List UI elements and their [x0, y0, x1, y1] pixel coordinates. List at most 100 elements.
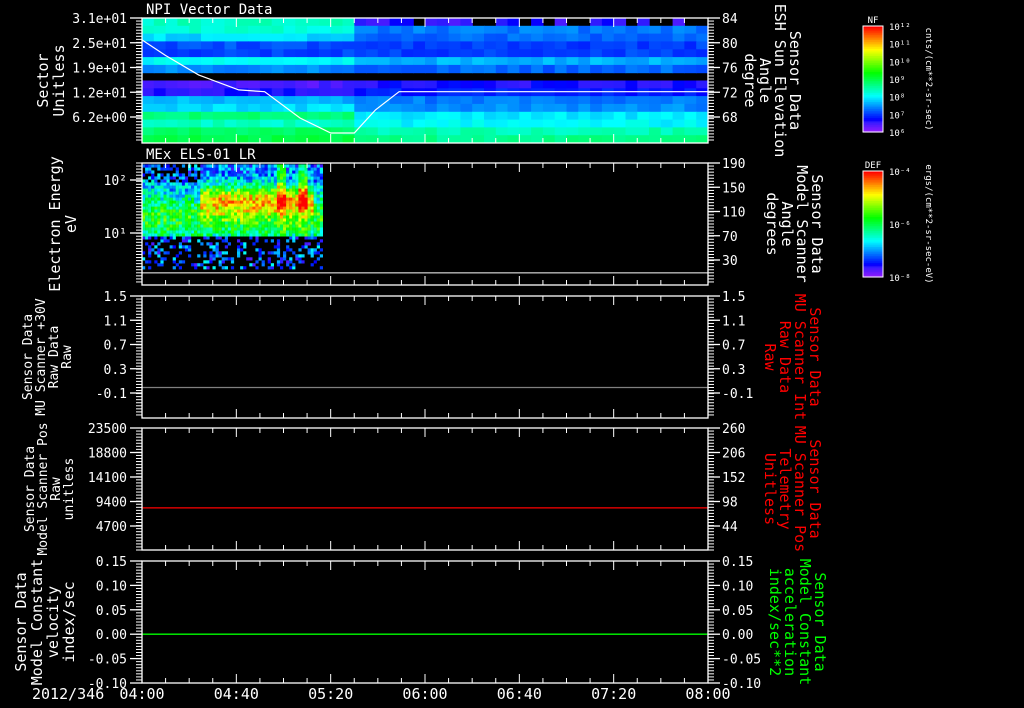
spectrogram-cell — [148, 221, 152, 225]
spectrogram-cell — [157, 206, 161, 210]
spectrogram-cell — [248, 57, 261, 66]
spectrogram-cell — [160, 227, 164, 231]
spectrogram-cell — [249, 197, 253, 201]
spectrogram-cell — [151, 230, 155, 234]
spectrogram-cell — [304, 230, 308, 234]
spectrogram-cell — [175, 185, 179, 189]
spectrogram-cell — [301, 233, 305, 237]
spectrogram-cell — [181, 191, 186, 195]
spectrogram-cell — [221, 200, 225, 204]
spectrogram-cell — [240, 248, 244, 252]
spectrogram-cell — [221, 170, 225, 174]
spectrogram-cell — [215, 197, 219, 201]
spectrogram-cell — [175, 203, 179, 207]
spectrogram-cell — [184, 203, 189, 207]
spectrogram-cell — [601, 135, 615, 144]
spectrogram-cell — [209, 209, 213, 213]
spectrogram-cell — [310, 164, 314, 168]
spectrogram-cell — [542, 41, 556, 50]
spectrogram-cell — [252, 200, 256, 204]
spectrogram-cell — [301, 215, 305, 219]
spectrogram-cell — [240, 212, 244, 216]
spectrogram-cell — [234, 176, 238, 180]
spectrogram-cell — [203, 230, 207, 234]
spectrogram-cell — [188, 170, 192, 174]
spectrogram-cell — [377, 103, 391, 113]
spectrogram-cell — [542, 96, 556, 105]
spectrogram-cell — [166, 179, 170, 183]
spectrogram-cell — [166, 200, 170, 204]
spectrogram-cell — [366, 57, 379, 66]
spectrogram-cell — [258, 188, 262, 192]
spectrogram-cell — [519, 49, 532, 58]
spectrogram-cell — [649, 57, 662, 66]
spectrogram-cell — [436, 33, 450, 42]
spectrogram-cell — [342, 135, 355, 144]
spectrogram-cell — [249, 173, 253, 177]
spectrogram-cell — [148, 197, 152, 201]
spectrogram-cell — [203, 170, 207, 174]
spectrogram-cell — [270, 233, 274, 237]
spectrogram-cell — [194, 191, 198, 195]
colorbar-units: cnts/(cm**2-sr-sec) — [923, 28, 933, 131]
spectrogram-cell — [310, 167, 314, 171]
spectrogram-cell — [248, 25, 261, 35]
y2-tick-label: -0.1 — [722, 387, 753, 402]
spectrogram-cell — [484, 96, 497, 105]
spectrogram-cell — [148, 203, 152, 207]
spectrogram-cell — [283, 197, 287, 201]
spectrogram-cell — [413, 127, 426, 136]
spectrogram-cell — [292, 191, 296, 195]
spectrogram-cell — [184, 179, 189, 183]
spectrogram-cell — [295, 236, 299, 240]
spectrogram-cell — [696, 49, 709, 58]
spectrogram-cell — [153, 96, 167, 105]
spectrogram-cell — [189, 119, 202, 128]
colorbar-label: NF — [868, 16, 879, 26]
spectrogram-cell — [237, 167, 241, 171]
spectrogram-cell — [601, 103, 615, 113]
spectrogram-cell — [342, 18, 355, 27]
spectrogram-cell — [472, 96, 485, 105]
spectrogram-cell — [304, 242, 308, 246]
spectrogram-cell — [280, 218, 284, 222]
spectrogram-cell — [460, 119, 473, 128]
spectrogram-cell — [191, 215, 195, 219]
spectrogram-cell — [267, 194, 271, 198]
spectrogram-cell — [224, 103, 237, 113]
spectrogram-cell — [625, 64, 638, 74]
spectrogram-cell — [313, 164, 317, 168]
spectrogram-cell — [531, 111, 544, 121]
spectrogram-cell — [258, 182, 262, 186]
spectrogram-cell — [316, 233, 320, 237]
spectrogram-cell — [236, 96, 249, 105]
spectrogram-cell — [154, 185, 158, 189]
spectrogram-cell — [307, 127, 320, 136]
spectrogram-cell — [261, 233, 265, 237]
spectrogram-cell — [366, 96, 379, 105]
spectrogram-cell — [191, 194, 195, 198]
spectrogram-cell — [200, 182, 204, 186]
spectrogram-cell — [313, 185, 317, 189]
x-tick-label: 06:40 — [497, 685, 542, 703]
spectrogram-cell — [191, 221, 195, 225]
spectrogram-cell — [197, 227, 201, 231]
spectrogram-cell — [151, 164, 155, 168]
spectrogram-cell — [227, 194, 231, 198]
spectrogram-cell — [153, 49, 167, 58]
spectrogram-cell — [519, 33, 532, 42]
spectrogram-cell — [243, 221, 247, 225]
spectrogram-cell — [301, 191, 305, 195]
spectrogram-cell — [157, 173, 161, 177]
spectrogram-cell — [366, 103, 379, 113]
spectrogram-cell — [304, 179, 308, 183]
spectrogram-cell — [264, 200, 268, 204]
spectrogram-cell — [243, 215, 247, 219]
spectrogram-cell — [181, 218, 186, 222]
y-axis-label: Unitless — [50, 44, 68, 116]
spectrogram-cell — [237, 188, 241, 192]
spectrogram-cell — [212, 103, 226, 113]
spectrogram-cell — [188, 248, 192, 252]
spectrogram-cell — [366, 49, 379, 58]
spectrogram-cell — [472, 103, 485, 113]
